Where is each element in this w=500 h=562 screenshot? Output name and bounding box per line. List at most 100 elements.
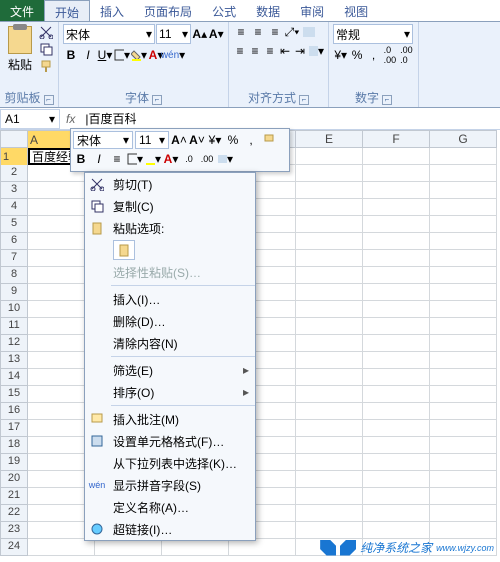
paste-button[interactable]: 粘贴 [4, 24, 36, 73]
wrap-button[interactable] [301, 24, 317, 40]
cell[interactable] [363, 148, 430, 165]
tab-view[interactable]: 视图 [334, 0, 378, 21]
shrink-font-button[interactable]: A▾ [209, 26, 224, 42]
cell[interactable] [430, 488, 497, 505]
align-left-button[interactable]: ≡ [233, 43, 247, 59]
row-header[interactable]: 24 [0, 539, 28, 556]
cell[interactable] [28, 539, 95, 556]
cell[interactable] [296, 182, 363, 199]
format-painter-button[interactable] [38, 58, 54, 74]
row-header[interactable]: 22 [0, 505, 28, 522]
row-header[interactable]: 7 [0, 250, 28, 267]
row-header[interactable]: 19 [0, 454, 28, 471]
cell[interactable] [363, 386, 430, 403]
cell[interactable] [363, 233, 430, 250]
cell[interactable] [363, 454, 430, 471]
mini-percent[interactable]: % [225, 132, 241, 148]
mini-shrink-font[interactable]: A˅ [189, 132, 205, 148]
cell[interactable] [296, 505, 363, 522]
row-header[interactable]: 5 [0, 216, 28, 233]
align-center-button[interactable]: ≡ [248, 43, 262, 59]
ctx-清除内容(N)[interactable]: 清除内容(N) [85, 332, 255, 354]
cell[interactable] [430, 233, 497, 250]
italic-button[interactable]: I [80, 47, 96, 63]
cell[interactable] [363, 165, 430, 182]
cell[interactable] [363, 522, 430, 539]
cell[interactable] [430, 403, 497, 420]
cut-button[interactable] [38, 24, 54, 40]
cell[interactable] [430, 352, 497, 369]
cell[interactable] [296, 233, 363, 250]
cell[interactable] [430, 454, 497, 471]
cell[interactable] [296, 148, 363, 165]
cell[interactable] [363, 505, 430, 522]
row-header[interactable]: 13 [0, 352, 28, 369]
cell[interactable] [296, 335, 363, 352]
cell[interactable] [363, 216, 430, 233]
ctx-item[interactable] [85, 239, 255, 261]
row-header[interactable]: 9 [0, 284, 28, 301]
cell[interactable] [430, 437, 497, 454]
row-header[interactable]: 6 [0, 233, 28, 250]
number-format-select[interactable]: 常规▾ [333, 24, 413, 44]
row-header[interactable]: 10 [0, 301, 28, 318]
row-header[interactable]: 2 [0, 165, 28, 182]
cell[interactable] [430, 471, 497, 488]
ctx-剪切(T)[interactable]: 剪切(T) [85, 173, 255, 195]
cell[interactable] [363, 284, 430, 301]
mini-fontcolor[interactable]: A▾ [163, 151, 179, 167]
tab-formula[interactable]: 公式 [202, 0, 246, 21]
cell[interactable] [363, 250, 430, 267]
tab-data[interactable]: 数据 [246, 0, 290, 21]
cell[interactable] [162, 539, 229, 556]
cell[interactable] [95, 539, 162, 556]
cell[interactable] [430, 369, 497, 386]
cell[interactable] [363, 318, 430, 335]
row-header[interactable]: 16 [0, 403, 28, 420]
ctx-插入(I)…[interactable]: 插入(I)… [85, 288, 255, 310]
cell[interactable] [296, 488, 363, 505]
cell[interactable] [296, 403, 363, 420]
mini-size-select[interactable]: 11▾ [135, 131, 169, 149]
cell[interactable] [430, 505, 497, 522]
mini-grow-font[interactable]: A˄ [171, 132, 187, 148]
merge-button[interactable]: ▾ [308, 43, 324, 59]
mini-merge[interactable]: ▾ [217, 151, 233, 167]
mini-font-select[interactable]: 宋体▾ [73, 131, 133, 149]
row-header[interactable]: 12 [0, 335, 28, 352]
dec-dec-button[interactable]: .00.0 [399, 47, 414, 63]
row-header[interactable]: 21 [0, 488, 28, 505]
ctx-复制(C)[interactable]: 复制(C) [85, 195, 255, 217]
cell[interactable] [296, 352, 363, 369]
mini-bold[interactable]: B [73, 151, 89, 167]
cell[interactable] [430, 284, 497, 301]
cell[interactable] [363, 403, 430, 420]
paste-option-button[interactable] [113, 240, 135, 260]
mini-comma[interactable]: , [243, 132, 259, 148]
comma-button[interactable]: , [366, 47, 381, 63]
cell[interactable] [296, 386, 363, 403]
tab-review[interactable]: 审阅 [290, 0, 334, 21]
ctx-显示拼音字段(S)[interactable]: wén显示拼音字段(S) [85, 474, 255, 496]
cell[interactable] [430, 386, 497, 403]
cell[interactable] [430, 216, 497, 233]
row-header[interactable]: 14 [0, 369, 28, 386]
align-top-button[interactable]: ≡ [233, 24, 249, 40]
cell[interactable] [363, 352, 430, 369]
cell[interactable] [363, 267, 430, 284]
align-right-button[interactable]: ≡ [263, 43, 277, 59]
mini-align[interactable]: ≡ [109, 151, 125, 167]
ctx-从下拉列表中选择(K)…[interactable]: 从下拉列表中选择(K)… [85, 452, 255, 474]
cell[interactable] [296, 454, 363, 471]
cell[interactable] [296, 199, 363, 216]
cell[interactable] [296, 318, 363, 335]
orientation-button[interactable]: ⤢▾ [284, 24, 300, 40]
indent-inc-button[interactable]: ⇥ [293, 43, 307, 59]
cell[interactable] [430, 267, 497, 284]
cell[interactable] [296, 471, 363, 488]
fill-color-button[interactable]: ▾ [131, 47, 147, 63]
row-header[interactable]: 15 [0, 386, 28, 403]
cell[interactable] [363, 420, 430, 437]
row-header[interactable]: 3 [0, 182, 28, 199]
mini-italic[interactable]: I [91, 151, 107, 167]
